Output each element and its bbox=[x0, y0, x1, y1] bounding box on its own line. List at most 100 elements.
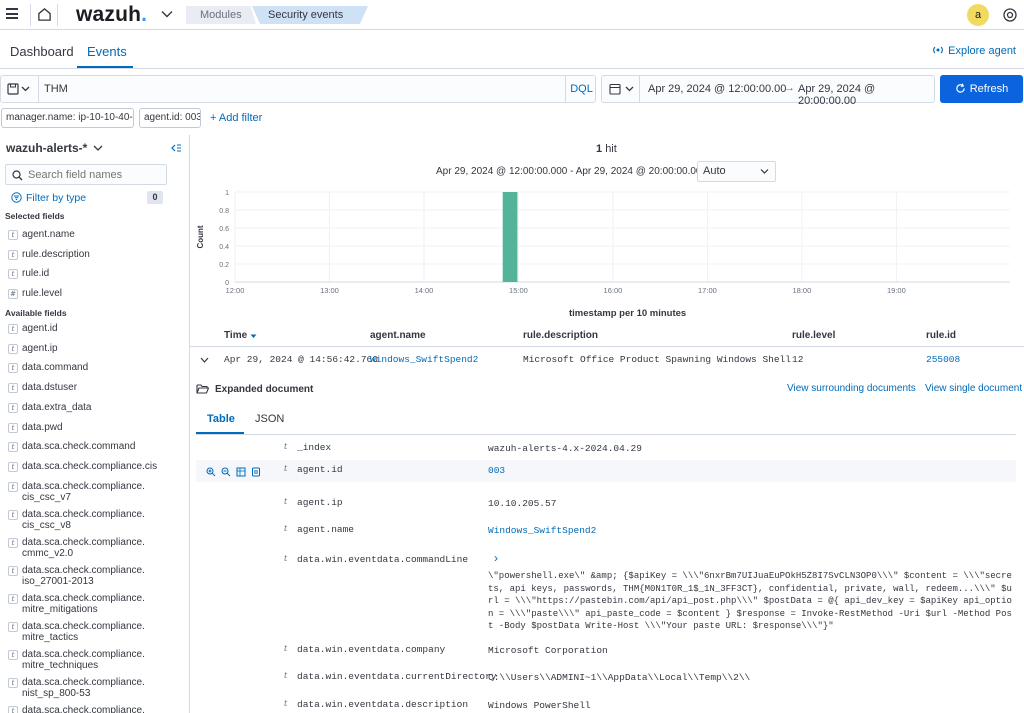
home-button[interactable] bbox=[30, 4, 58, 26]
menu-icon[interactable] bbox=[6, 8, 18, 19]
folder-open-icon bbox=[196, 384, 210, 394]
field-item[interactable]: t data.dstuser bbox=[8, 382, 77, 394]
field-item[interactable]: t data.extra_data bbox=[8, 402, 92, 413]
cell-rule-id[interactable]: 255008 bbox=[926, 354, 960, 365]
field-item[interactable]: t rule.id bbox=[8, 268, 49, 280]
field-item[interactable]: t data.sca.check.command bbox=[8, 441, 135, 453]
refresh-button[interactable]: Refresh bbox=[940, 75, 1023, 103]
field-name: data.sca.check.compliance. bbox=[22, 704, 145, 713]
field-name: data.extra_data bbox=[22, 401, 92, 413]
document-field-value[interactable]: 003 bbox=[488, 464, 1016, 478]
field-item[interactable]: t data.pwd bbox=[8, 422, 63, 433]
query-language-button[interactable]: DQL bbox=[565, 76, 597, 102]
string-type-icon: t bbox=[8, 509, 18, 520]
filter-by-type-button[interactable]: Filter by type bbox=[11, 192, 86, 204]
end-date[interactable]: Apr 29, 2024 @ 20:00:00.00 bbox=[798, 83, 934, 107]
chevron-down-icon[interactable] bbox=[160, 7, 174, 21]
column-header-rule-level[interactable]: rule.level bbox=[792, 330, 835, 341]
field-item[interactable]: t data.sca.check.compliance. iso_27001-201… bbox=[8, 565, 145, 587]
quick-date-button[interactable] bbox=[602, 76, 640, 102]
field-item[interactable]: t data.sca.check.compliance. mitre_tactics bbox=[8, 621, 145, 643]
field-item[interactable]: t data.command bbox=[8, 362, 88, 374]
field-item[interactable]: t data.sca.check.compliance.cis bbox=[8, 461, 157, 472]
filter-out-value-icon[interactable] bbox=[221, 467, 231, 477]
string-type-icon: t bbox=[8, 621, 18, 632]
filter-for-value-icon[interactable] bbox=[206, 467, 216, 477]
field-sidebar: wazuh-alerts-* Filter by type 0 Selected… bbox=[0, 135, 190, 713]
filter-exists-icon[interactable] bbox=[251, 467, 261, 477]
document-field-value: 10.10.205.57 bbox=[488, 498, 557, 509]
view-surrounding-documents-link[interactable]: View surrounding documents bbox=[787, 383, 916, 394]
x-tick-label: 15:00 bbox=[509, 286, 528, 295]
field-item[interactable]: t agent.id bbox=[8, 323, 58, 334]
string-type-icon: t bbox=[8, 649, 18, 660]
breadcrumb-modules[interactable]: Modules bbox=[186, 6, 256, 24]
document-field-value: wazuh-alerts-4.x-2024.04.29 bbox=[488, 443, 642, 454]
column-header-rule-id[interactable]: rule.id bbox=[926, 330, 956, 341]
view-single-document-link[interactable]: View single document bbox=[925, 383, 1022, 394]
add-filter-button[interactable]: + Add filter bbox=[210, 112, 262, 124]
x-tick-label: 13:00 bbox=[320, 286, 339, 295]
column-header-time[interactable]: Time bbox=[224, 330, 257, 341]
collapse-sidebar-icon[interactable] bbox=[170, 143, 182, 153]
search-field-input[interactable] bbox=[28, 167, 163, 182]
filter-pill-manager[interactable]: manager.name: ip-10-10-40-198 bbox=[1, 108, 134, 128]
cell-agent-name[interactable]: Windows_SwiftSpend2 bbox=[370, 354, 478, 365]
string-type-icon: t bbox=[284, 554, 288, 563]
explore-agent-button[interactable]: Explore agent bbox=[932, 44, 1016, 57]
field-name: data.sca.check.compliance. bbox=[22, 536, 145, 548]
column-header-agent-name[interactable]: agent.name bbox=[370, 330, 426, 341]
tab-dashboard[interactable]: Dashboard bbox=[10, 44, 74, 59]
field-item[interactable]: t data.sca.check.compliance. mitre_mitigat… bbox=[8, 592, 145, 615]
tab-events[interactable]: Events bbox=[87, 44, 127, 59]
document-field-name: data.win.eventdata.company bbox=[297, 644, 446, 655]
field-item[interactable]: t data.sca.check.compliance. bbox=[8, 705, 145, 713]
interval-select[interactable]: Auto bbox=[697, 161, 776, 182]
string-type-icon: t bbox=[8, 343, 18, 354]
field-item[interactable]: t data.sca.check.compliance. mitre_techniq… bbox=[8, 649, 145, 671]
y-tick-label: 1 bbox=[225, 190, 229, 197]
tab-table[interactable]: Table bbox=[207, 413, 235, 425]
field-name: agent.id bbox=[22, 323, 58, 334]
string-type-icon: t bbox=[8, 461, 18, 472]
avatar[interactable]: a bbox=[967, 4, 989, 26]
field-item[interactable]: t data.sca.check.compliance. cis_csc_v7 bbox=[8, 481, 145, 503]
string-type-icon: t bbox=[8, 537, 18, 548]
field-item[interactable]: t agent.name bbox=[8, 229, 75, 240]
histogram-svg: 00.20.40.60.8112:00 13:00 14:00 15:00 16:00 1… bbox=[196, 190, 1010, 295]
string-type-icon: t bbox=[8, 565, 18, 576]
string-type-icon: t bbox=[284, 464, 288, 473]
string-type-icon: t bbox=[8, 402, 18, 413]
field-item[interactable]: t agent.ip bbox=[8, 343, 58, 354]
column-header-rule-description[interactable]: rule.description bbox=[523, 330, 598, 341]
index-pattern-selector[interactable]: wazuh-alerts-* bbox=[6, 141, 103, 155]
field-name: data.sca.check.compliance. bbox=[22, 592, 145, 604]
string-type-icon: t bbox=[8, 442, 18, 453]
start-date[interactable]: Apr 29, 2024 @ 12:00:00.00 bbox=[648, 83, 786, 95]
document-field-row: t data.win.eventdata.company Microsoft Cor… bbox=[196, 644, 1016, 664]
field-name: rule.level bbox=[22, 288, 63, 300]
field-item[interactable]: t data.sca.check.compliance. cmmc_v2.0 bbox=[8, 536, 145, 559]
search-query-input[interactable]: THM bbox=[44, 83, 68, 95]
document-field-row: t data.win.eventdata.commandLine › \"powers… bbox=[196, 551, 1016, 634]
arrow-right-icon: → bbox=[784, 82, 795, 94]
field-item[interactable]: t data.sca.check.compliance. nist_sp_800-5… bbox=[8, 676, 145, 699]
toggle-column-icon[interactable] bbox=[236, 467, 246, 477]
string-type-icon: t bbox=[8, 481, 18, 492]
expand-chevron-icon[interactable]: › bbox=[494, 551, 498, 565]
chevron-down-icon[interactable] bbox=[200, 357, 209, 363]
field-item[interactable]: t rule.description bbox=[8, 249, 90, 260]
wazuh-logo[interactable]: wazuh. bbox=[76, 3, 147, 27]
help-icon[interactable] bbox=[1003, 8, 1017, 22]
y-tick-label: 0.8 bbox=[219, 208, 229, 215]
saved-query-button[interactable] bbox=[1, 76, 39, 102]
field-name: data.sca.check.compliance. bbox=[22, 676, 145, 688]
field-item[interactable]: t data.sca.check.compliance. cis_csc_v8 bbox=[8, 509, 145, 531]
selected-fields-label: Selected fields bbox=[5, 211, 65, 221]
field-item[interactable]: # rule.level bbox=[8, 288, 63, 300]
filter-pill-agent[interactable]: agent.id: 003 bbox=[139, 108, 201, 128]
document-field-value[interactable]: Windows_SwiftSpend2 bbox=[488, 524, 1016, 538]
tab-json[interactable]: JSON bbox=[255, 413, 284, 425]
x-tick-label: 14:00 bbox=[415, 286, 434, 295]
string-type-icon: t bbox=[284, 497, 288, 506]
